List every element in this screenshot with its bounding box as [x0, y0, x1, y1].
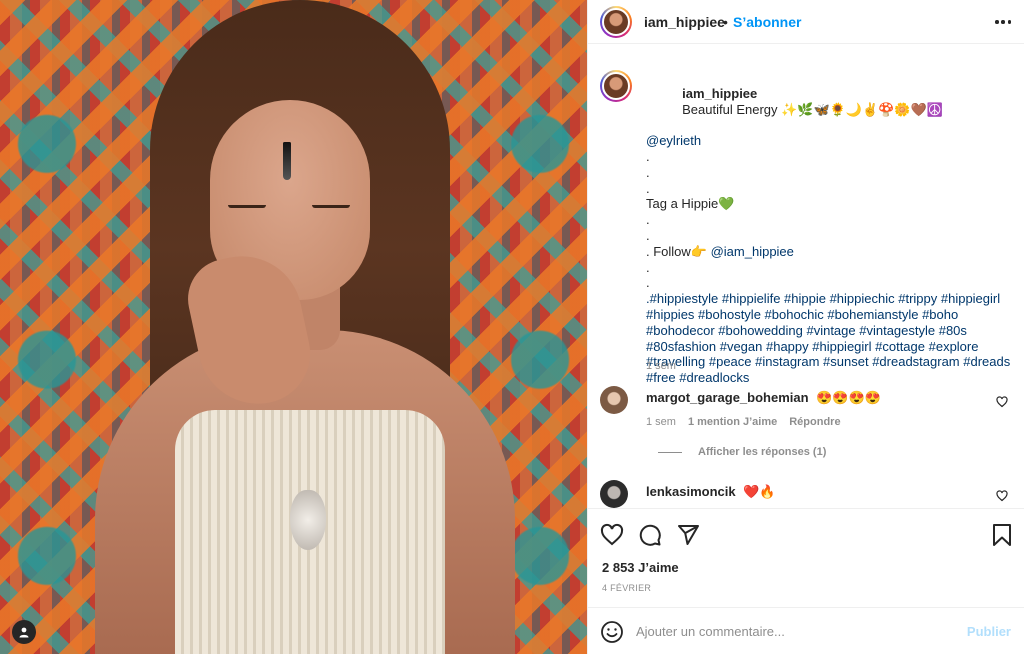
tagged-users-button[interactable]	[12, 620, 36, 644]
comment-like-heart-icon[interactable]	[996, 490, 1008, 502]
comment-avatar[interactable]	[600, 386, 628, 414]
comment-username[interactable]: margot_garage_bohemian	[646, 390, 809, 405]
action-icons	[600, 523, 700, 547]
caption-username[interactable]: iam_hippiee	[682, 86, 757, 101]
post-date[interactable]: 4 FÉVRIER	[602, 583, 651, 593]
comment-body: 😍😍😍😍	[816, 390, 881, 405]
comment-meta: 1 sem 1 mention J’aime Répondre	[646, 416, 841, 428]
author-avatar[interactable]	[600, 6, 632, 38]
comment-time[interactable]: 1 sem	[646, 416, 676, 428]
comment-input[interactable]	[636, 620, 956, 642]
post-actions: 2 853 J’aime 4 FÉVRIER	[588, 508, 1024, 618]
comments-section[interactable]: iam_hippiee Beautiful Energy ✨🌿🦋🌻🌙✌️🍄🌼🤎☮…	[588, 60, 1024, 510]
more-options-icon[interactable]	[995, 14, 1011, 30]
follow-button[interactable]: S’abonner	[733, 14, 801, 30]
photo-crystal-pendant	[290, 490, 326, 550]
caption-time[interactable]: 1 sem	[646, 360, 676, 372]
caption-dot: .	[646, 148, 650, 164]
comment-body: ❤️🔥	[743, 484, 776, 499]
comment-username[interactable]: lenkasimoncik	[646, 484, 736, 499]
caption-mention[interactable]: @eylrieth	[646, 133, 701, 148]
post-header: iam_hippiee • S’abonner	[588, 0, 1024, 44]
caption-dot: .	[646, 164, 650, 180]
post-side-panel: iam_hippiee • S’abonner iam_hippiee Beau…	[587, 0, 1024, 654]
replies-divider	[658, 451, 682, 453]
caption-intro: Beautiful Energy ✨🌿🦋🌻🌙✌️🍄🌼🤎☮️	[682, 101, 943, 117]
post-photo[interactable]	[0, 0, 587, 654]
comment-likes[interactable]: 1 mention J’aime	[688, 416, 777, 428]
caption-text: iam_hippiee Beautiful Energy ✨🌿🦋🌻🌙✌️🍄🌼🤎☮…	[646, 70, 1016, 386]
caption-dot: .	[646, 227, 650, 243]
view-replies-button[interactable]: Afficher les réponses (1)	[658, 446, 826, 458]
emoji-smile-icon[interactable]	[600, 620, 624, 644]
author-username[interactable]: iam_hippiee	[644, 14, 725, 30]
reply-button[interactable]: Répondre	[789, 416, 840, 428]
save-bookmark-icon[interactable]	[991, 523, 1013, 547]
caption-hashtags[interactable]: .#hippiestyle #hippielife #hippie #hippi…	[646, 291, 1016, 386]
photo-eye-left	[228, 205, 266, 208]
caption-follow-prefix: . Follow👉	[646, 243, 711, 259]
likes-count[interactable]: 2 853 J’aime	[602, 560, 679, 575]
comment-bubble-icon[interactable]	[638, 523, 662, 547]
comment-text: margot_garage_bohemian 😍😍😍😍	[646, 390, 881, 406]
like-heart-icon[interactable]	[600, 523, 624, 547]
header-separator: •	[723, 14, 728, 30]
caption-dot: .	[646, 259, 650, 275]
photo-eye-right	[312, 205, 350, 208]
caption-dot: .	[646, 275, 650, 291]
caption-avatar[interactable]	[600, 70, 632, 102]
comment-like-heart-icon[interactable]	[996, 396, 1008, 408]
caption-dot: .	[646, 212, 650, 228]
comment-text: lenkasimoncik ❤️🔥	[646, 484, 776, 500]
view-replies-label: Afficher les réponses (1)	[698, 446, 827, 458]
publish-button[interactable]: Publier	[967, 624, 1011, 639]
caption-dot: .	[646, 180, 650, 196]
comment-avatar[interactable]	[600, 480, 628, 508]
caption-follow-mention[interactable]: @iam_hippiee	[711, 244, 794, 259]
comment-composer: Publier	[588, 607, 1024, 654]
photo-forehead-gem	[283, 142, 291, 180]
caption-tag-line: Tag a Hippie💚	[646, 196, 735, 212]
share-paper-plane-icon[interactable]	[676, 523, 700, 547]
user-icon	[19, 627, 29, 638]
